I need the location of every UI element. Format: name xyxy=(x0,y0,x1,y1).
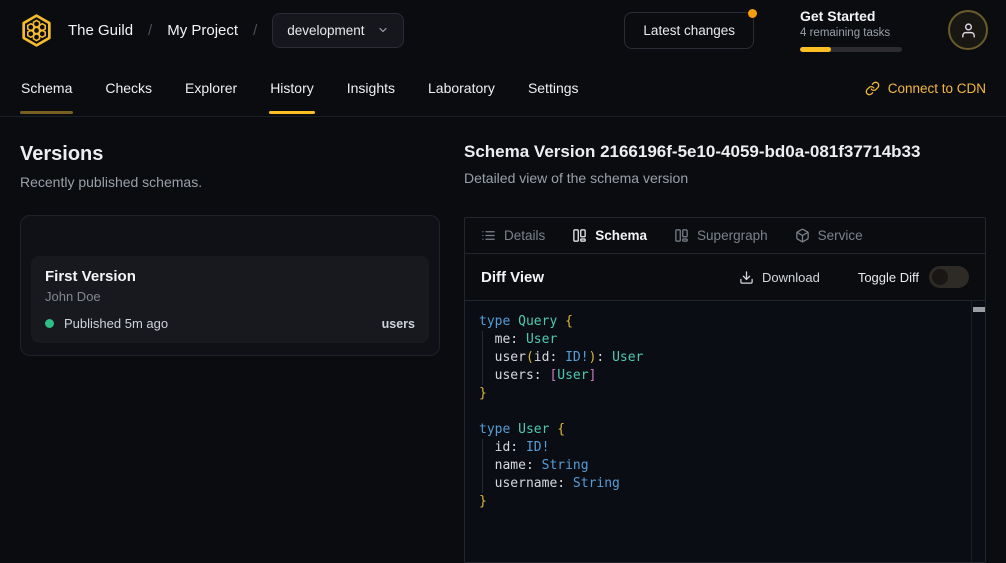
version-detail-subtitle: Detailed view of the schema version xyxy=(464,170,986,187)
get-started-progressbar xyxy=(800,47,902,52)
version-status-row: Published 5m ago users xyxy=(45,316,415,331)
tab-history[interactable]: History xyxy=(269,60,315,116)
nav-tabs: Schema Checks Explorer History Insights … xyxy=(20,60,580,116)
hive-logo-icon[interactable] xyxy=(18,12,55,49)
notification-dot xyxy=(748,9,757,18)
detail-tab-label: Details xyxy=(504,228,545,243)
detail-tab-label: Supergraph xyxy=(697,228,768,243)
cube-icon xyxy=(795,228,810,243)
code-line: } xyxy=(479,493,961,511)
versions-panel: Versions Recently published schemas. Fir… xyxy=(20,141,440,563)
diff-view-title: Diff View xyxy=(481,269,544,286)
detail-tab-label: Service xyxy=(818,228,863,243)
target-select[interactable]: development xyxy=(272,13,403,48)
get-started-subtitle: 4 remaining tasks xyxy=(800,27,902,39)
columns-icon xyxy=(572,228,587,243)
tab-explorer[interactable]: Explorer xyxy=(184,60,238,116)
breadcrumb-project[interactable]: My Project xyxy=(167,22,238,39)
code-line xyxy=(479,403,961,421)
get-started-widget[interactable]: Get Started 4 remaining tasks xyxy=(800,8,902,52)
version-status: Published 5m ago xyxy=(64,316,168,331)
version-service-badge: users xyxy=(382,317,415,331)
link-icon xyxy=(865,81,880,96)
detail-tab-supergraph[interactable]: Supergraph xyxy=(674,228,768,243)
user-icon xyxy=(960,22,977,39)
get-started-progress-fill xyxy=(800,47,831,52)
schema-view-panel: Details Schema Supergraph xyxy=(464,217,986,563)
detail-tabs: Details Schema Supergraph xyxy=(465,218,985,254)
versions-list-card: First Version John Doe Published 5m ago … xyxy=(20,215,440,356)
target-nav: Schema Checks Explorer History Insights … xyxy=(0,60,1006,117)
toggle-diff-switch[interactable] xyxy=(929,266,969,288)
app-header: The Guild / My Project / development Lat… xyxy=(0,0,1006,60)
code-line: } xyxy=(479,385,961,403)
detail-tab-details[interactable]: Details xyxy=(481,228,545,243)
code-line: users: [User] xyxy=(479,367,961,385)
breadcrumb-separator: / xyxy=(253,22,257,39)
chevron-down-icon xyxy=(377,24,389,36)
latest-changes-label: Latest changes xyxy=(643,23,735,38)
connect-to-cdn-label: Connect to CDN xyxy=(888,81,986,96)
download-label: Download xyxy=(762,270,820,285)
tab-checks[interactable]: Checks xyxy=(104,60,153,116)
latest-changes-button[interactable]: Latest changes xyxy=(624,12,754,49)
switch-knob xyxy=(932,269,948,285)
list-icon xyxy=(481,228,496,243)
breadcrumb: The Guild / My Project / development xyxy=(68,13,404,48)
detail-tab-label: Schema xyxy=(595,228,647,243)
indent-guide xyxy=(482,331,483,385)
download-icon xyxy=(739,270,754,285)
diff-actions: Download Toggle Diff xyxy=(739,266,969,288)
header-actions: Latest changes Get Started 4 remaining t… xyxy=(624,8,988,52)
target-select-value: development xyxy=(287,23,364,38)
version-detail-title: Schema Version 2166196f-5e10-4059-bd0a-0… xyxy=(464,141,986,163)
versions-subtitle: Recently published schemas. xyxy=(20,174,440,191)
tab-schema[interactable]: Schema xyxy=(20,60,73,116)
download-button[interactable]: Download xyxy=(739,270,820,285)
tab-settings[interactable]: Settings xyxy=(527,60,580,116)
version-detail-panel: Schema Version 2166196f-5e10-4059-bd0a-0… xyxy=(464,141,986,563)
tab-laboratory[interactable]: Laboratory xyxy=(427,60,496,116)
toggle-diff-label: Toggle Diff xyxy=(858,270,919,285)
user-menu-button[interactable] xyxy=(948,10,988,50)
published-status-dot-icon xyxy=(45,319,54,328)
code-line: username: String xyxy=(479,475,961,493)
columns-icon xyxy=(674,228,689,243)
code-line: user(id: ID!): User xyxy=(479,349,961,367)
diff-header: Diff View Download Toggle Diff xyxy=(465,254,985,301)
code-line: name: String xyxy=(479,457,961,475)
code-scrollbar[interactable] xyxy=(971,301,985,562)
code-scrollbar-thumb[interactable] xyxy=(973,307,985,312)
get-started-title: Get Started xyxy=(800,8,902,24)
detail-tab-schema[interactable]: Schema xyxy=(572,228,647,243)
code-line: type User { xyxy=(479,421,961,439)
version-list-item[interactable]: First Version John Doe Published 5m ago … xyxy=(31,256,429,343)
code-line: id: ID! xyxy=(479,439,961,457)
version-author: John Doe xyxy=(45,289,415,304)
detail-tab-service[interactable]: Service xyxy=(795,228,863,243)
tab-insights[interactable]: Insights xyxy=(346,60,396,116)
breadcrumb-org[interactable]: The Guild xyxy=(68,22,133,39)
schema-code-viewer: type Query { me: User user(id: ID!): Use… xyxy=(465,301,985,562)
connect-to-cdn-link[interactable]: Connect to CDN xyxy=(865,60,986,116)
code-line: me: User xyxy=(479,331,961,349)
code-line: type Query { xyxy=(479,313,961,331)
breadcrumb-separator: / xyxy=(148,22,152,39)
main-content: Versions Recently published schemas. Fir… xyxy=(0,117,1006,563)
version-name: First Version xyxy=(45,268,415,286)
versions-title: Versions xyxy=(20,141,440,167)
graphql-sdl-code: type Query { me: User user(id: ID!): Use… xyxy=(465,301,985,523)
indent-guide xyxy=(482,439,483,493)
